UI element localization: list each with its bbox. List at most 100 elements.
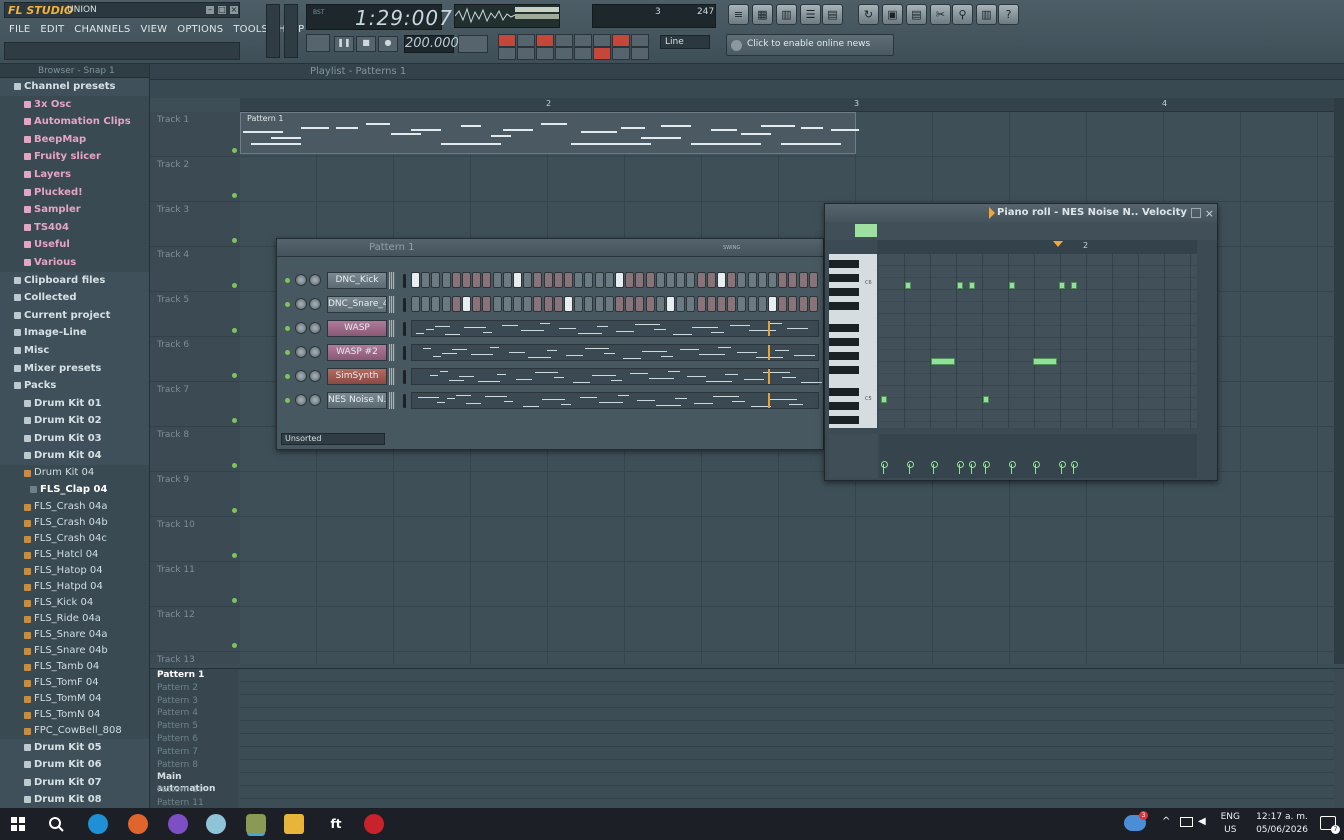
step-button[interactable]: [411, 296, 420, 312]
step-button[interactable]: [431, 272, 441, 288]
edge-icon[interactable]: [88, 814, 108, 834]
step-button[interactable]: [543, 272, 553, 288]
piano-keyboard[interactable]: C6 C5: [829, 254, 877, 428]
master-pitch-slider[interactable]: [284, 4, 298, 58]
channel-active-led[interactable]: [285, 350, 290, 355]
step-button[interactable]: [717, 296, 726, 312]
note-grid[interactable]: [879, 254, 1197, 428]
step-button[interactable]: [737, 296, 747, 312]
browser-folder[interactable]: Layers: [0, 166, 149, 184]
piano-roll-header[interactable]: Piano roll - NES Noise N.. Velocity ×: [825, 204, 1217, 222]
browser-file[interactable]: FLS_Hatop 04: [0, 563, 149, 579]
snap-icon[interactable]: [612, 47, 630, 60]
track-header[interactable]: Track 1: [150, 112, 240, 157]
note[interactable]: [931, 358, 955, 365]
channel-name-button[interactable]: WASP #2: [327, 344, 387, 361]
browser-file[interactable]: FLS_Snare 04b: [0, 643, 149, 659]
step-button[interactable]: [533, 296, 543, 312]
step-button[interactable]: [635, 272, 645, 288]
note[interactable]: [881, 396, 887, 403]
channel-mixer-slider[interactable]: [389, 368, 395, 385]
step-button[interactable]: [778, 296, 788, 312]
song-time-display[interactable]: BST 1:29:007: [306, 4, 452, 30]
pattern-item[interactable]: Pattern 10: [150, 784, 238, 797]
scroll-icon[interactable]: [498, 47, 516, 60]
browser-file[interactable]: FLS_Hatpd 04: [0, 579, 149, 595]
channel-mixer-slider[interactable]: [389, 272, 395, 289]
track-mute-led[interactable]: [232, 463, 237, 468]
snap-selector[interactable]: Line: [660, 35, 710, 49]
step-button[interactable]: [747, 272, 757, 288]
mini-piano-roll[interactable]: [411, 368, 822, 385]
step-button[interactable]: [788, 296, 798, 312]
note[interactable]: [1009, 282, 1015, 289]
step-button[interactable]: [727, 296, 737, 312]
browser-folder[interactable]: Collected: [0, 289, 149, 307]
browser-file[interactable]: FLS_Crash 04a: [0, 499, 149, 515]
track-header[interactable]: Track 7: [150, 382, 240, 427]
channel-volume-knob[interactable]: [309, 346, 321, 358]
metronome-icon[interactable]: [517, 34, 535, 47]
save-icon[interactable]: ▣: [882, 4, 903, 25]
black-key[interactable]: [829, 302, 859, 310]
step-button[interactable]: [523, 296, 533, 312]
tool-selector[interactable]: [855, 224, 877, 237]
velocity-bar[interactable]: [931, 461, 938, 474]
channel-pan-knob[interactable]: [295, 346, 307, 358]
minimize-icon[interactable]: –: [205, 5, 215, 15]
step-button[interactable]: [727, 272, 737, 288]
browser-file[interactable]: FLS_Ride 04a: [0, 611, 149, 627]
browser-folder[interactable]: Drum Kit 05: [0, 738, 149, 757]
step-button[interactable]: [523, 272, 533, 288]
channel-select-led[interactable]: [403, 322, 406, 336]
language-indicator[interactable]: ENG US: [1221, 811, 1240, 837]
channel-volume-knob[interactable]: [309, 370, 321, 382]
punch-icon[interactable]: [593, 47, 611, 60]
step-button[interactable]: [451, 296, 461, 312]
step-button[interactable]: [533, 272, 543, 288]
pattern-selector[interactable]: [458, 35, 488, 53]
step-button[interactable]: [492, 296, 502, 312]
track-mute-led[interactable]: [232, 508, 237, 513]
playlist-scrollbar[interactable]: [1334, 98, 1344, 664]
pause-button[interactable]: ❚❚: [334, 36, 354, 52]
mixer-button[interactable]: ▤: [822, 4, 843, 25]
track-header[interactable]: Track 5: [150, 292, 240, 337]
browser-button[interactable]: ☰: [800, 4, 821, 25]
velocity-bar[interactable]: [969, 461, 976, 474]
step-button[interactable]: [798, 272, 808, 288]
blend-notes-icon[interactable]: [593, 34, 611, 47]
channel-pan-knob[interactable]: [295, 298, 307, 310]
step-button[interactable]: [472, 272, 482, 288]
step-button[interactable]: [798, 296, 808, 312]
browser-folder[interactable]: Image-Line: [0, 324, 149, 342]
channel-volume-knob[interactable]: [309, 322, 321, 334]
pattern-clip[interactable]: Pattern 1: [240, 112, 859, 154]
export-icon[interactable]: ▤: [906, 4, 927, 25]
track-mute-led[interactable]: [232, 148, 237, 153]
browser-file[interactable]: FLS_Crash 04c: [0, 531, 149, 547]
track-mute-led[interactable]: [232, 238, 237, 243]
pattern-item[interactable]: Pattern 2: [150, 682, 238, 695]
browser-folder[interactable]: Misc: [0, 341, 149, 360]
step-button[interactable]: [676, 272, 686, 288]
menu-item-file[interactable]: FILE: [4, 22, 35, 38]
step-button[interactable]: [584, 272, 594, 288]
channel-pan-knob[interactable]: [295, 322, 307, 334]
note[interactable]: [1059, 282, 1065, 289]
track-header[interactable]: Track 3: [150, 202, 240, 247]
step-button[interactable]: [482, 296, 492, 312]
volume-icon[interactable]: ◀: [1198, 816, 1206, 827]
channel-volume-knob[interactable]: [309, 298, 321, 310]
track-mute-led[interactable]: [232, 598, 237, 603]
channel-select-led[interactable]: [403, 346, 406, 360]
mini-piano-roll[interactable]: [411, 344, 819, 361]
step-button[interactable]: [686, 272, 696, 288]
step-button[interactable]: [645, 296, 655, 312]
browser-folder[interactable]: Drum Kit 08: [0, 791, 149, 810]
channel-name-button[interactable]: WASP: [327, 320, 387, 337]
channel-active-led[interactable]: [285, 326, 290, 331]
pattern-item[interactable]: Pattern 7: [150, 746, 238, 759]
browser-file[interactable]: FLS_TomN 04: [0, 707, 149, 723]
browser-folder[interactable]: Current project: [0, 306, 149, 325]
